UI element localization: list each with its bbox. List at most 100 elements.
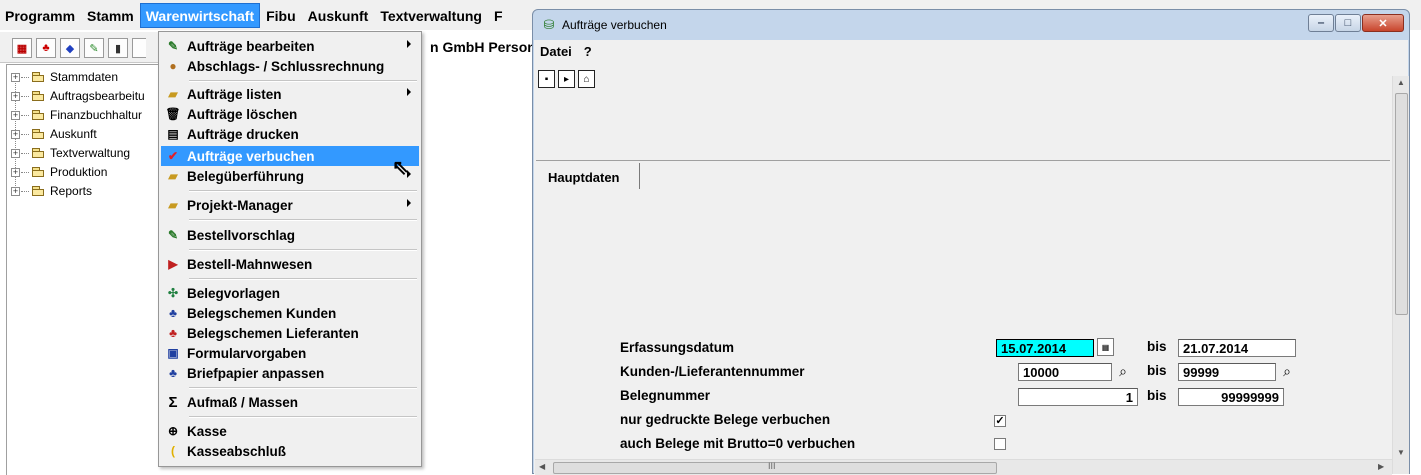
- menu-item-label: Kasseabschluß: [187, 443, 287, 459]
- menu-fibu[interactable]: Fibu: [261, 4, 301, 27]
- folder-icon: [32, 186, 45, 196]
- menu-item-auftraege-listen[interactable]: ▰ Aufträge listen: [161, 84, 419, 104]
- window-client: Datei ? ▪ ▸ ⌂ Hauptdaten Erfassungsdatum…: [534, 40, 1409, 475]
- menu-item-label: Belegschemen Lieferanten: [187, 325, 359, 341]
- menu-item-aufmass[interactable]: Σ Aufmaß / Massen: [161, 392, 419, 412]
- menu-programm[interactable]: Programm: [0, 4, 80, 27]
- expand-icon[interactable]: +: [11, 129, 20, 139]
- tree-node-textverwaltung[interactable]: + Textverwaltung: [11, 144, 130, 162]
- submenu-arrow-icon: [407, 199, 411, 207]
- menu-item-auftraege-verbuchen[interactable]: ✔ Aufträge verbuchen: [161, 146, 419, 166]
- menu-item-formularvorgaben[interactable]: ▣ Formularvorgaben: [161, 343, 419, 363]
- tree-node-reports[interactable]: + Reports: [11, 182, 92, 200]
- kunden-label: Kunden-/Lieferantennummer: [620, 364, 805, 379]
- calculator-icon[interactable]: ▦: [12, 38, 32, 58]
- menu-item-kasseabschluss[interactable]: ( Kasseabschluß: [161, 441, 419, 461]
- tree-node-finanzbuchhaltung[interactable]: + Finanzbuchhaltur: [11, 106, 142, 124]
- menu-item-auftraege-loeschen[interactable]: 🗑 Aufträge löschen: [161, 104, 419, 124]
- belegnummer-from-field[interactable]: 1: [1018, 388, 1138, 406]
- expand-icon[interactable]: +: [11, 148, 20, 158]
- menu-item-projekt-manager[interactable]: ▰ Projekt-Manager: [161, 195, 419, 215]
- tab-hauptdaten[interactable]: Hauptdaten: [536, 163, 640, 189]
- menu-truncated[interactable]: F: [489, 4, 508, 27]
- erfassungsdatum-from-field[interactable]: 15.07.2014: [996, 339, 1094, 357]
- menu-item-bestell-mahnwesen[interactable]: ▶ Bestell-Mahnwesen: [161, 254, 419, 274]
- sigma-icon: Σ: [168, 393, 178, 411]
- tree-node-auftragsbearbeitung[interactable]: + Auftragsbearbeitu: [11, 87, 145, 105]
- expand-icon[interactable]: +: [11, 72, 20, 82]
- tree-label: Reports: [50, 184, 93, 198]
- run-icon[interactable]: ▸: [558, 70, 575, 88]
- organization-icon[interactable]: ♣: [36, 38, 56, 58]
- minimize-button[interactable]: ‒: [1308, 14, 1334, 32]
- menu-auskunft[interactable]: Auskunft: [303, 4, 374, 27]
- erfassungsdatum-to-field[interactable]: 21.07.2014: [1178, 339, 1296, 357]
- tree-label: Textverwaltung: [50, 146, 131, 160]
- menu-separator: [189, 387, 417, 389]
- folder-icon: [32, 148, 45, 158]
- belegnummer-to-field[interactable]: 99999999: [1178, 388, 1284, 406]
- menu-item-abschlagsrechnung[interactable]: ● Abschlags- / Schlussrechnung: [161, 56, 419, 76]
- menu-warenwirtschaft[interactable]: Warenwirtschaft: [139, 2, 261, 28]
- search-icon[interactable]: ⌕: [1278, 362, 1296, 380]
- tag-icon[interactable]: ◆: [60, 38, 80, 58]
- scroll-grip: III: [768, 461, 776, 471]
- customer-schema-icon: ♣: [169, 306, 177, 320]
- close-button[interactable]: ✕: [1362, 14, 1404, 32]
- brutto-checkbox[interactable]: [994, 438, 1006, 450]
- menu-help[interactable]: ?: [578, 44, 598, 59]
- folder-open-icon: ▰: [168, 169, 178, 183]
- vertical-scroll-thumb[interactable]: [1395, 93, 1408, 315]
- expand-icon[interactable]: +: [11, 110, 20, 120]
- bar-chart-icon[interactable]: ▮: [108, 38, 128, 58]
- window-titlebar[interactable]: ⛁ Aufträge verbuchen ‒ □ ✕: [533, 10, 1409, 40]
- tree-label: Auftragsbearbeitu: [50, 89, 145, 103]
- form-icon: ▣: [167, 346, 179, 360]
- menu-item-belegueberfuehrung[interactable]: ▰ Belegüberführung: [161, 166, 419, 186]
- menu-item-belegschemen-lieferanten[interactable]: ♣ Belegschemen Lieferanten: [161, 323, 419, 343]
- scroll-down-icon[interactable]: ▼: [1397, 448, 1405, 457]
- kunden-to-field[interactable]: 99999: [1178, 363, 1276, 381]
- calendar-icon[interactable]: ▦: [1097, 338, 1114, 356]
- scroll-left-icon[interactable]: ◀: [539, 462, 545, 471]
- menu-item-briefpapier[interactable]: ♣ Briefpapier anpassen: [161, 363, 419, 383]
- expand-icon[interactable]: +: [11, 186, 20, 196]
- menu-stamm[interactable]: Stamm: [82, 4, 139, 27]
- window-app-icon: ⛁: [543, 17, 555, 32]
- menu-item-label: Belegvorlagen: [187, 285, 281, 301]
- kunden-from-field[interactable]: 10000: [1018, 363, 1112, 381]
- document-edit-icon[interactable]: ✎: [84, 38, 104, 58]
- save-icon[interactable]: ▪: [538, 70, 555, 88]
- expand-icon[interactable]: +: [11, 91, 20, 101]
- menu-item-auftraege-drucken[interactable]: ▤ Aufträge drucken: [161, 124, 419, 144]
- vertical-scrollbar[interactable]: ▲ ▼: [1392, 76, 1409, 474]
- expand-icon[interactable]: +: [11, 167, 20, 177]
- cash-close-icon: (: [171, 444, 175, 458]
- tab-label: Hauptdaten: [548, 170, 620, 185]
- exit-icon[interactable]: ⌂: [578, 70, 595, 88]
- menu-item-bestellvorschlag[interactable]: ✎ Bestellvorschlag: [161, 225, 419, 245]
- toolbar-overflow-icon[interactable]: [132, 38, 146, 58]
- erfassungsdatum-label: Erfassungsdatum: [620, 340, 735, 355]
- order-proposal-icon: ✎: [167, 228, 179, 242]
- horizontal-scroll-thumb[interactable]: III: [553, 461, 997, 474]
- menu-item-belegvorlagen[interactable]: ✣ Belegvorlagen: [161, 283, 419, 303]
- menu-textverwaltung[interactable]: Textverwaltung: [375, 4, 487, 27]
- menu-item-label: Aufträge verbuchen: [187, 148, 315, 164]
- template-icon: ✣: [167, 286, 179, 300]
- maximize-button[interactable]: □: [1335, 14, 1361, 32]
- search-icon[interactable]: ⌕: [1114, 362, 1132, 380]
- menu-separator: [189, 80, 417, 82]
- horizontal-scrollbar[interactable]: ◀ III ▶: [535, 459, 1392, 475]
- menu-item-auftraege-bearbeiten[interactable]: ✎ Aufträge bearbeiten: [161, 36, 419, 56]
- gedruckte-checkbox[interactable]: ✓: [994, 415, 1006, 427]
- menu-item-kasse[interactable]: ⊕ Kasse: [161, 421, 419, 441]
- scroll-up-icon[interactable]: ▲: [1397, 78, 1405, 87]
- menu-item-label: Aufträge drucken: [187, 126, 299, 142]
- tree-node-auskunft[interactable]: + Auskunft: [11, 125, 97, 143]
- tree-node-stammdaten[interactable]: + Stammdaten: [11, 68, 118, 86]
- menu-datei[interactable]: Datei: [534, 44, 578, 59]
- tree-node-produktion[interactable]: + Produktion: [11, 163, 107, 181]
- scroll-right-icon[interactable]: ▶: [1378, 462, 1384, 471]
- menu-item-belegschemen-kunden[interactable]: ♣ Belegschemen Kunden: [161, 303, 419, 323]
